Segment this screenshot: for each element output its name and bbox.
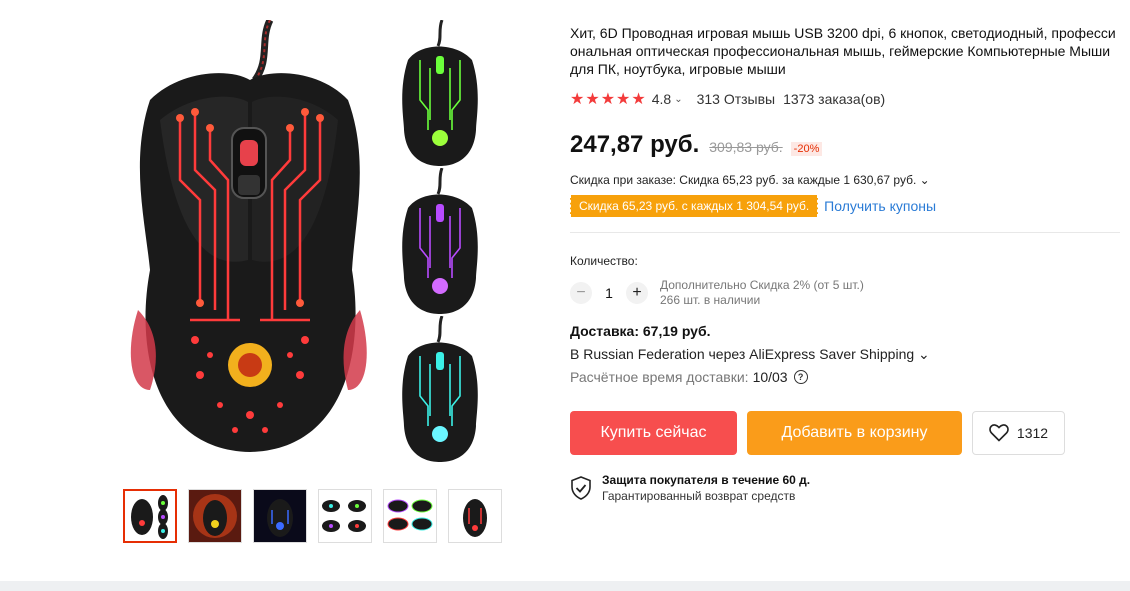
buyer-protection: Защита покупателя в течение 60 д. Гарант… — [570, 473, 1130, 503]
order-discount-info[interactable]: Скидка при заказе: Скидка 65,23 руб. за … — [570, 173, 1130, 187]
price-row: 247,87 руб. 309,83 руб. -20% — [570, 131, 1130, 159]
delivery-time: Расчётное время доставки: 10/03 ? — [570, 369, 1130, 385]
bottom-bar — [0, 581, 1130, 591]
thumbnail-5[interactable] — [383, 489, 437, 543]
coupon-row: Скидка 65,23 руб. с каждых 1 304,54 руб.… — [570, 195, 1130, 217]
thumbnail-strip — [123, 489, 502, 543]
star-icon: ★ — [570, 91, 585, 108]
divider — [570, 232, 1120, 233]
protection-title: Защита покупателя в течение 60 д. — [602, 473, 811, 487]
star-icon: ★ — [600, 91, 616, 108]
star-icon: ★ — [631, 91, 646, 108]
thumbnail-4[interactable] — [318, 489, 372, 543]
orders-count: 1373 заказа(ов) — [783, 91, 886, 107]
wishlist-count: 1312 — [1016, 425, 1049, 441]
quantity-decrease-button[interactable]: − — [570, 282, 592, 304]
delivery-price: Доставка: 67,19 руб. — [570, 323, 711, 339]
star-icon: ★ — [616, 91, 631, 108]
bulk-discount-note: Дополнительно Скидка 2% (от 5 шт.) — [660, 278, 864, 292]
get-coupons-link[interactable]: Получить купоны — [824, 198, 936, 214]
coupon-tag[interactable]: Скидка 65,23 руб. с каждых 1 304,54 руб. — [570, 195, 819, 217]
reviews-link[interactable]: 313 Отзывы — [697, 91, 776, 107]
variant-image-cyan[interactable] — [396, 315, 484, 462]
quantity-stepper: − 1 + Дополнительно Скидка 2% (от 5 шт.)… — [570, 278, 1130, 308]
discount-badge: -20% — [790, 142, 823, 156]
thumbnail-6[interactable] — [448, 489, 502, 543]
quantity-increase-button[interactable]: + — [626, 282, 648, 304]
action-buttons: Купить сейчас Добавить в корзину 1312 — [570, 411, 1130, 455]
quantity-label: Количество: — [570, 254, 638, 268]
heart-icon — [989, 424, 1009, 442]
chevron-down-icon[interactable]: ⌄ — [674, 94, 682, 105]
rating-value[interactable]: 4.8 — [652, 91, 671, 107]
buy-now-button[interactable]: Купить сейчас — [570, 411, 737, 455]
star-icon: ★ — [585, 91, 600, 108]
main-product-image[interactable] — [120, 18, 380, 466]
product-info: Хит, 6D Проводная игровая мышь USB 3200 … — [570, 24, 1130, 503]
delivery-time-label: Расчётное время доставки: — [570, 369, 749, 385]
quantity-note: Дополнительно Скидка 2% (от 5 шт.) 266 ш… — [660, 278, 864, 308]
shield-check-icon — [571, 476, 591, 500]
thumbnail-3[interactable] — [253, 489, 307, 543]
shipping-method-selector[interactable]: В Russian Federation через AliExpress Sa… — [570, 346, 1130, 363]
help-icon[interactable]: ? — [793, 370, 808, 384]
old-price: 309,83 руб. — [709, 139, 783, 155]
add-to-cart-button[interactable]: Добавить в корзину — [747, 411, 962, 455]
delivery-time-value: 10/03 — [752, 369, 788, 385]
quantity-input[interactable]: 1 — [592, 285, 626, 301]
stock-note: 266 шт. в наличии — [660, 293, 761, 307]
thumbnail-2[interactable] — [188, 489, 242, 543]
thumbnail-1[interactable] — [123, 489, 177, 543]
product-title: Хит, 6D Проводная игровая мышь USB 3200 … — [570, 25, 1116, 77]
variant-image-purple[interactable] — [396, 167, 484, 314]
top-bar — [0, 0, 1130, 2]
rating-stars[interactable]: ★ ★ ★ ★ ★ — [570, 89, 646, 109]
rating-row: ★ ★ ★ ★ ★ 4.8 ⌄ 313 Отзывы 1373 заказа(о… — [570, 89, 1130, 109]
variant-image-green[interactable] — [396, 19, 484, 166]
protection-subtitle: Гарантированный возврат средств — [602, 489, 796, 503]
protection-text: Защита покупателя в течение 60 д. Гарант… — [602, 473, 810, 503]
wishlist-button[interactable]: 1312 — [972, 411, 1065, 455]
current-price: 247,87 руб. — [570, 131, 700, 158]
